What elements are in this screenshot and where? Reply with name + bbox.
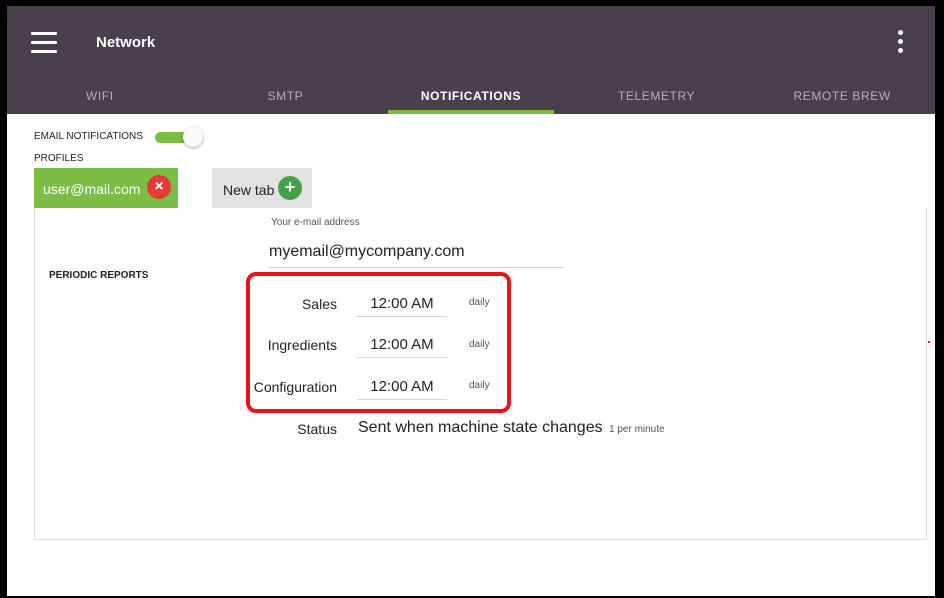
profile-tab-label: user@mail.com (43, 181, 141, 197)
tab-wifi[interactable]: WIFI (7, 80, 193, 114)
tab-telemetry[interactable]: TELEMETRY (564, 80, 750, 114)
time-input-ingredients[interactable] (357, 332, 447, 358)
page-title: Network (96, 34, 156, 51)
profile-tab-label: New tab (223, 182, 275, 198)
red-dot-mark (928, 341, 930, 343)
app-bar: Network WIFI SMTP NOTIFICATIONS TELEMETR… (7, 6, 935, 114)
profile-tab-new[interactable]: New tab + (212, 168, 312, 208)
email-field[interactable] (269, 236, 565, 268)
frequency-configuration: daily (469, 380, 490, 391)
frequency-sales: daily (469, 297, 490, 308)
status-label: Status (297, 421, 337, 437)
profiles-label: PROFILES (34, 153, 84, 164)
toggle-knob (183, 127, 203, 147)
close-icon[interactable]: × (147, 175, 171, 199)
more-vert-icon[interactable] (893, 30, 907, 60)
tab-notifications[interactable]: NOTIFICATIONS (378, 80, 564, 114)
report-label-ingredients: Ingredients (267, 337, 337, 353)
tab-remote-brew[interactable]: REMOTE BREW (749, 80, 935, 114)
report-label-configuration: Configuration (253, 379, 337, 395)
time-input-sales[interactable] (357, 291, 447, 317)
profile-tab-user[interactable]: user@mail.com × (34, 168, 178, 208)
email-field-label: Your e-mail address (271, 217, 360, 228)
frequency-ingredients: daily (469, 339, 490, 350)
hamburger-icon[interactable] (31, 32, 59, 54)
tab-smtp[interactable]: SMTP (193, 80, 379, 114)
email-notifications-label: EMAIL NOTIFICATIONS (34, 131, 143, 142)
status-rate: 1 per minute (609, 424, 665, 435)
app-window: Network WIFI SMTP NOTIFICATIONS TELEMETR… (7, 6, 935, 596)
report-label-sales: Sales (301, 296, 337, 312)
email-notifications-toggle[interactable] (155, 127, 203, 147)
status-value: Sent when machine state changes (358, 419, 603, 436)
periodic-reports-label: PERIODIC REPORTS (49, 270, 149, 281)
tab-bar: WIFI SMTP NOTIFICATIONS TELEMETRY REMOTE… (7, 80, 935, 114)
plus-icon[interactable]: + (278, 176, 302, 200)
time-input-configuration[interactable] (357, 374, 447, 400)
